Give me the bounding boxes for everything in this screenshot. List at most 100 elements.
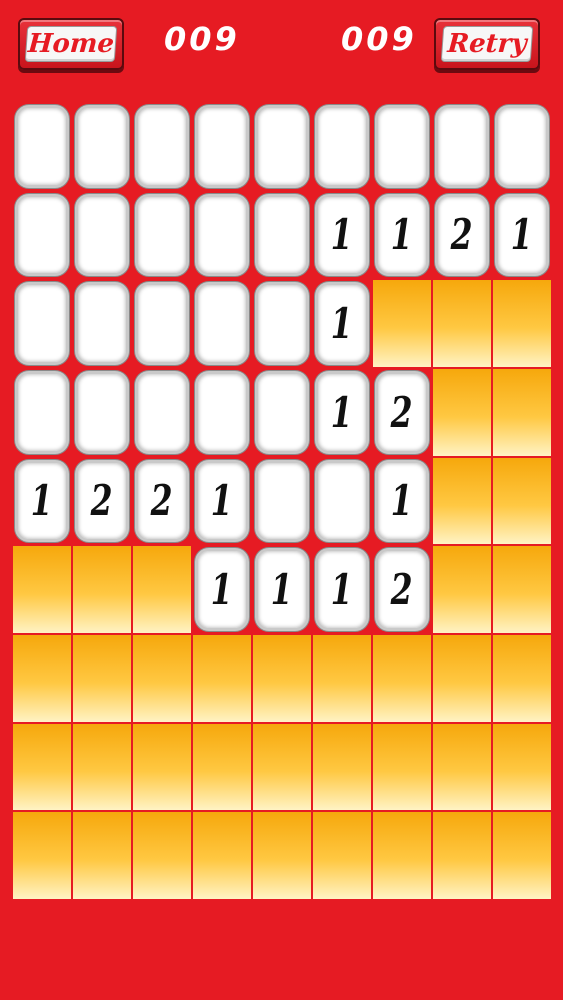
revealed-tile[interactable]	[12, 279, 72, 368]
revealed-tile[interactable]	[72, 279, 132, 368]
revealed-tile[interactable]	[312, 102, 372, 191]
hidden-tile[interactable]	[313, 723, 371, 811]
hidden-tile[interactable]	[433, 546, 491, 633]
revealed-tile[interactable]	[252, 191, 312, 280]
hidden-tile[interactable]	[373, 280, 431, 367]
game-board: 1121112122111112	[12, 102, 552, 900]
revealed-tile[interactable]: 1	[12, 457, 72, 546]
revealed-tile[interactable]: 2	[72, 457, 132, 546]
revealed-tile[interactable]	[72, 368, 132, 457]
revealed-tile[interactable]: 1	[312, 279, 372, 368]
revealed-tile[interactable]	[252, 368, 312, 457]
hidden-tile[interactable]	[193, 723, 251, 811]
home-button[interactable]: Home	[18, 18, 124, 70]
hidden-tile[interactable]	[433, 634, 491, 722]
revealed-tile[interactable]	[192, 191, 252, 280]
tile-face: 1	[315, 548, 369, 631]
hidden-tile[interactable]	[133, 546, 191, 633]
mine-counter: 009	[164, 20, 240, 58]
hidden-tile[interactable]	[253, 812, 311, 899]
revealed-tile[interactable]: 2	[372, 545, 432, 634]
revealed-tile[interactable]: 1	[252, 545, 312, 634]
revealed-tile[interactable]	[72, 191, 132, 280]
hidden-tile[interactable]	[493, 634, 551, 722]
revealed-tile[interactable]	[12, 102, 72, 191]
hidden-tile[interactable]	[373, 812, 431, 899]
revealed-tile[interactable]: 1	[192, 457, 252, 546]
hidden-tile[interactable]	[493, 546, 551, 633]
tile-face	[15, 370, 69, 454]
hidden-tile[interactable]	[73, 812, 131, 899]
hidden-tile[interactable]	[313, 634, 371, 722]
tile-number: 1	[31, 476, 53, 526]
revealed-tile[interactable]	[192, 279, 252, 368]
tile-face	[195, 105, 249, 188]
hidden-tile[interactable]	[373, 634, 431, 722]
revealed-tile[interactable]: 1	[192, 545, 252, 634]
hidden-tile[interactable]	[193, 812, 251, 899]
revealed-tile[interactable]	[372, 102, 432, 191]
revealed-tile[interactable]	[72, 102, 132, 191]
hidden-tile[interactable]	[313, 812, 371, 899]
tile-number: 1	[391, 476, 413, 526]
revealed-tile[interactable]	[312, 457, 372, 546]
revealed-tile[interactable]	[132, 279, 192, 368]
hidden-tile[interactable]	[13, 634, 71, 722]
hidden-tile[interactable]	[73, 546, 131, 633]
hidden-tile[interactable]	[253, 634, 311, 722]
hidden-tile[interactable]	[133, 723, 191, 811]
revealed-tile[interactable]: 1	[372, 191, 432, 280]
revealed-tile[interactable]: 1	[492, 191, 552, 280]
hidden-tile[interactable]	[373, 723, 431, 811]
hidden-tile[interactable]	[433, 368, 491, 456]
revealed-tile[interactable]: 1	[372, 457, 432, 546]
tile-face	[15, 193, 69, 277]
tile-face	[15, 105, 69, 188]
hidden-tile[interactable]	[73, 634, 131, 722]
revealed-tile[interactable]	[192, 368, 252, 457]
revealed-tile[interactable]: 1	[312, 545, 372, 634]
timer: 009	[341, 20, 417, 58]
hidden-tile[interactable]	[13, 546, 71, 633]
revealed-tile[interactable]	[12, 191, 72, 280]
hidden-tile[interactable]	[13, 723, 71, 811]
revealed-tile[interactable]: 1	[312, 368, 372, 457]
retry-button[interactable]: Retry	[434, 18, 540, 70]
tile-face	[255, 370, 309, 454]
hidden-tile[interactable]	[73, 723, 131, 811]
revealed-tile[interactable]: 2	[432, 191, 492, 280]
revealed-tile[interactable]	[252, 457, 312, 546]
tile-face	[195, 370, 249, 454]
hidden-tile[interactable]	[493, 368, 551, 456]
revealed-tile[interactable]	[252, 279, 312, 368]
hidden-tile[interactable]	[433, 457, 491, 545]
revealed-tile[interactable]	[192, 102, 252, 191]
revealed-tile[interactable]: 2	[132, 457, 192, 546]
hidden-tile[interactable]	[493, 457, 551, 545]
revealed-tile[interactable]	[12, 368, 72, 457]
hidden-tile[interactable]	[193, 634, 251, 722]
hidden-tile[interactable]	[433, 280, 491, 367]
revealed-tile[interactable]	[492, 102, 552, 191]
revealed-tile[interactable]	[252, 102, 312, 191]
hidden-tile[interactable]	[13, 812, 71, 899]
hidden-tile[interactable]	[253, 723, 311, 811]
top-bar: Home 009 009 Retry	[0, 0, 563, 90]
revealed-tile[interactable]	[132, 368, 192, 457]
tile-face: 2	[75, 459, 129, 543]
revealed-tile[interactable]	[432, 102, 492, 191]
revealed-tile[interactable]: 2	[372, 368, 432, 457]
hidden-tile[interactable]	[493, 812, 551, 899]
hidden-tile[interactable]	[433, 812, 491, 899]
hidden-tile[interactable]	[133, 812, 191, 899]
retry-button-face: Retry	[440, 26, 534, 62]
tile-face	[255, 105, 309, 188]
tile-number: 2	[391, 565, 413, 615]
hidden-tile[interactable]	[433, 723, 491, 811]
hidden-tile[interactable]	[133, 634, 191, 722]
hidden-tile[interactable]	[493, 280, 551, 367]
revealed-tile[interactable]	[132, 191, 192, 280]
revealed-tile[interactable]	[132, 102, 192, 191]
hidden-tile[interactable]	[493, 723, 551, 811]
revealed-tile[interactable]: 1	[312, 191, 372, 280]
